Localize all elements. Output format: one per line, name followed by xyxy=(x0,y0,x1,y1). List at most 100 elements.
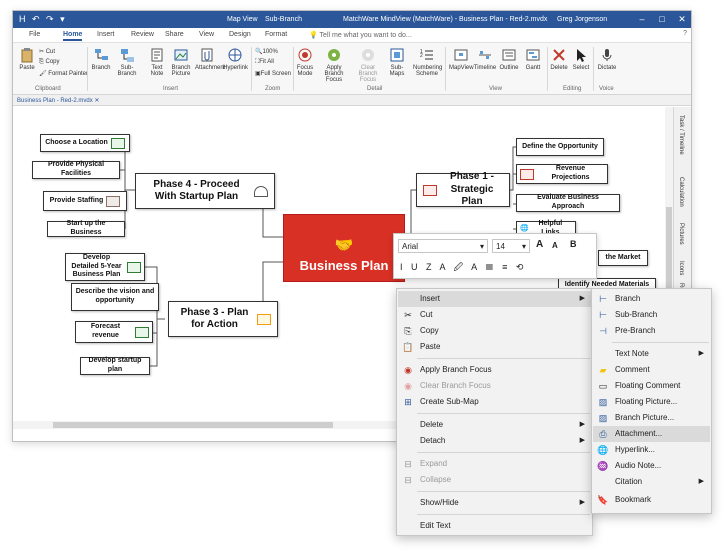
topic-provide-staffing[interactable]: Provide Staffing xyxy=(43,191,127,211)
quick-access-toolbar[interactable]: H ↶ ↷ ▾ xyxy=(19,14,67,25)
grow-font-button[interactable]: A xyxy=(536,239,543,250)
submenu-citation[interactable]: Citation ▶ xyxy=(593,474,710,490)
outline-icon xyxy=(502,49,516,61)
tab-format[interactable]: Format xyxy=(265,31,287,38)
topic-develop-startup-plan[interactable]: Develop startup plan xyxy=(80,357,150,375)
menu-edit-text[interactable]: Edit Text xyxy=(398,518,591,534)
menu-show-hide[interactable]: Show/Hide ▶ xyxy=(398,495,591,511)
text-note-button[interactable]: Text Note xyxy=(145,47,169,77)
tab-map-view-context[interactable]: Map View xyxy=(221,11,264,28)
menu-delete[interactable]: Delete ▶ xyxy=(398,417,591,433)
tab-task-timeline[interactable]: Task / Timeline xyxy=(678,115,684,155)
submenu-branch-picture[interactable]: ▨ Branch Picture... xyxy=(593,410,710,426)
submenu-branch[interactable]: ⊢ Branch xyxy=(593,291,710,307)
topic-define-opportunity[interactable]: Define the Opportunity xyxy=(516,138,604,156)
submenu-hyperlink[interactable]: 🌐 Hyperlink... xyxy=(593,442,710,458)
hyperlink-button[interactable]: Hyperlink xyxy=(223,47,248,71)
sub-branch-button[interactable]: Sub-Branch xyxy=(115,47,139,77)
minimize-button[interactable]: – xyxy=(633,11,651,28)
tab-pictures[interactable]: Pictures xyxy=(678,223,684,245)
topic-phase-1[interactable]: Phase 1 - Strategic Plan xyxy=(416,171,510,207)
tell-me-search[interactable]: 💡 Tell me what you want to do... xyxy=(309,31,412,39)
bold-button[interactable]: B xyxy=(570,239,577,249)
help-icon[interactable]: ? xyxy=(683,30,687,37)
submenu-bookmark[interactable]: 🔖 Bookmark xyxy=(593,492,710,508)
menu-collapse[interactable]: ⊟ Collapse xyxy=(398,472,591,488)
scroll-thumb[interactable] xyxy=(53,422,333,428)
outline-button[interactable]: Outline xyxy=(497,47,521,71)
tab-file[interactable]: File xyxy=(29,31,40,38)
clear-branch-focus-button[interactable]: Clear Branch Focus xyxy=(353,47,383,83)
submenu-audio-note[interactable]: ♒ Audio Note... xyxy=(593,458,710,474)
topic-phase-4[interactable]: Phase 4 - Proceed With Startup Plan xyxy=(135,173,275,209)
topic-forecast-revenue[interactable]: Forecast revenue xyxy=(75,321,153,343)
format-controls-row[interactable]: I U Z A 🖉 A ☰ ≡ ⟲ xyxy=(400,260,526,276)
shrink-font-button[interactable]: A xyxy=(552,241,558,250)
select-button[interactable]: Select xyxy=(569,47,593,71)
delete-button[interactable]: Delete xyxy=(547,47,571,71)
attachment-button[interactable]: Attachment xyxy=(195,47,225,71)
timeline-button[interactable]: Timeline xyxy=(473,47,497,71)
topic-describe-vision[interactable]: Describe the vision and opportunity xyxy=(71,283,159,311)
focus-mode-button[interactable]: Focus Mode xyxy=(293,47,317,77)
tab-view[interactable]: View xyxy=(199,31,214,38)
menu-cut[interactable]: ✂ Cut xyxy=(398,307,591,323)
menu-paste[interactable]: 📋 Paste xyxy=(398,339,591,355)
submenu-text-note[interactable]: Text Note ▶ xyxy=(593,346,710,362)
submenu-floating-picture[interactable]: ▨ Floating Picture... xyxy=(593,394,710,410)
topic-the-market[interactable]: the Market xyxy=(598,250,648,266)
apply-branch-focus-button[interactable]: Apply Branch Focus xyxy=(319,47,349,83)
zoom-100-button[interactable]: 🔍100% xyxy=(255,48,278,55)
topic-choose-location[interactable]: Choose a Location xyxy=(40,134,130,152)
submenu-comment[interactable]: ▰ Comment xyxy=(593,362,710,378)
branch-button[interactable]: Branch xyxy=(89,47,113,71)
numbering-scheme-button[interactable]: 12 Numbering Scheme xyxy=(413,47,442,77)
format-painter-button[interactable]: 🖌 Format Painter xyxy=(39,70,88,77)
central-topic[interactable]: 🤝 Business Plan xyxy=(283,214,405,282)
tab-calculation[interactable]: Calculation xyxy=(678,177,684,207)
topic-evaluate-business-approach[interactable]: Evaluate Business Approach xyxy=(516,194,620,212)
menu-copy[interactable]: ⎘ Copy xyxy=(398,323,591,339)
fit-all-button[interactable]: ⛶Fit All xyxy=(255,59,274,66)
tab-home[interactable]: Home xyxy=(63,31,83,41)
branch-picture-button[interactable]: Branch Picture xyxy=(169,47,193,77)
tab-sub-branch-context[interactable]: Sub-Branch xyxy=(259,11,308,28)
tab-review[interactable]: Review xyxy=(131,31,154,38)
submenu-attachment[interactable]: ⎙ Attachment... xyxy=(593,426,710,442)
gantt-button[interactable]: Gantt xyxy=(521,47,545,71)
mapview-button[interactable]: MapView xyxy=(449,47,474,71)
tab-design[interactable]: Design xyxy=(229,31,251,38)
menu-detach[interactable]: Detach ▶ xyxy=(398,433,591,449)
menu-create-sub-map[interactable]: ⊞ Create Sub-Map xyxy=(398,394,591,410)
font-size-field[interactable]: 14 ▾ xyxy=(492,239,530,253)
user-name[interactable]: Greg Jorgenson xyxy=(557,11,607,28)
copy-button[interactable]: ⎘ Copy xyxy=(39,59,60,66)
menu-label: Expand xyxy=(420,459,448,468)
submenu-sub-branch[interactable]: ⊢ Sub-Branch xyxy=(593,307,710,323)
font-name-field[interactable]: Arial ▾ xyxy=(398,239,488,253)
submenu-floating-comment[interactable]: ▭ Floating Comment xyxy=(593,378,710,394)
topic-phase-3[interactable]: Phase 3 - Plan for Action xyxy=(168,301,278,337)
topic-revenue-projections[interactable]: Revenue Projections xyxy=(516,164,608,184)
tab-insert[interactable]: Insert xyxy=(97,31,115,38)
restore-button[interactable]: □ xyxy=(653,11,671,28)
dictate-button[interactable]: Dictate xyxy=(595,47,619,71)
topic-provide-facilities[interactable]: Provide Physical Facilities xyxy=(32,161,120,179)
topic-develop-5-year-plan[interactable]: Develop Detailed 5-Year Business Plan xyxy=(65,253,145,281)
topic-start-up-business[interactable]: Start up the Business xyxy=(47,220,125,237)
tab-icons[interactable]: Icons xyxy=(678,261,684,275)
document-tab[interactable]: Business Plan - Red-2.mvdx ✕ xyxy=(13,95,691,106)
close-button[interactable]: ✕ xyxy=(673,11,691,28)
tab-share[interactable]: Share xyxy=(165,31,184,38)
paste-button[interactable]: Paste xyxy=(15,47,39,71)
full-screen-button[interactable]: ▣Full Screen xyxy=(255,70,291,77)
sub-maps-button[interactable]: Sub-Maps xyxy=(385,47,409,77)
menu-expand[interactable]: ⊟ Expand xyxy=(398,456,591,472)
menu-insert[interactable]: Insert ▶ xyxy=(398,291,591,307)
menu-apply-branch-focus[interactable]: ◉ Apply Branch Focus xyxy=(398,362,591,378)
cut-button[interactable]: ✂ Cut xyxy=(39,48,55,55)
topic-label: Start up the Business xyxy=(66,220,106,236)
submenu-pre-branch[interactable]: ⊣ Pre-Branch xyxy=(593,323,710,339)
clear-branch-focus-label: Clear Branch Focus xyxy=(358,65,378,83)
menu-clear-branch-focus[interactable]: ◉ Clear Branch Focus xyxy=(398,378,591,394)
